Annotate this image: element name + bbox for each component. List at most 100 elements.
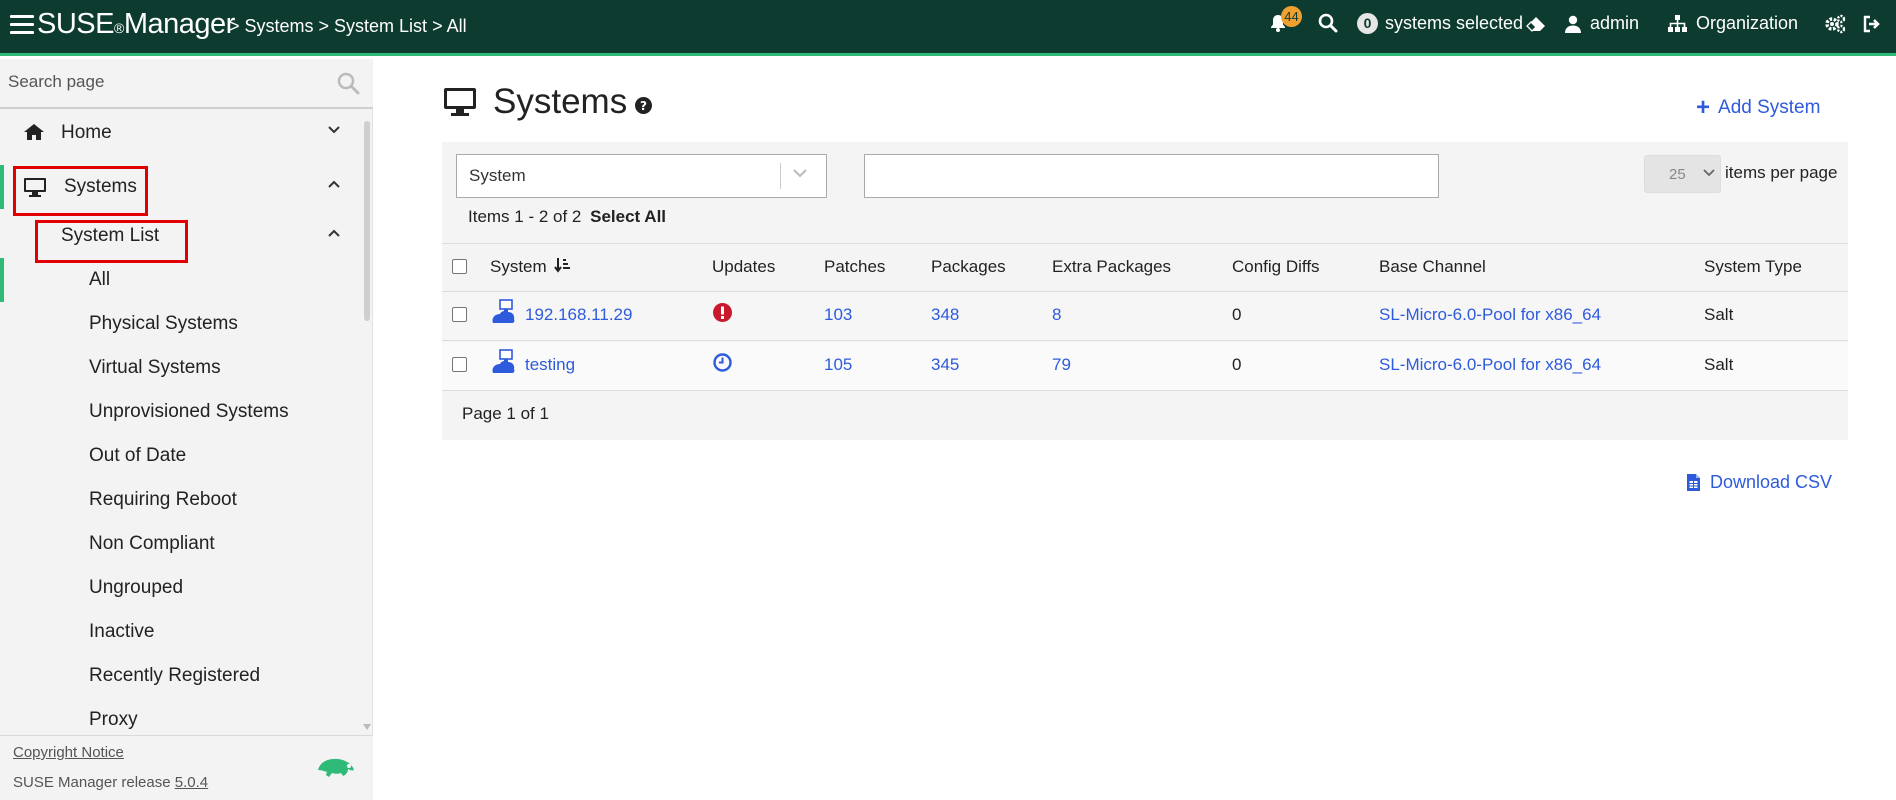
copyright-notice-link[interactable]: Copyright Notice bbox=[13, 744, 124, 761]
svg-text:?: ? bbox=[640, 99, 647, 113]
search-page-input[interactable]: Search page bbox=[8, 72, 104, 92]
column-header-base-channel[interactable]: Base Channel bbox=[1379, 257, 1486, 277]
brand-product: Manager bbox=[123, 8, 235, 40]
desktop-icon bbox=[444, 88, 476, 116]
critical-alert-icon[interactable] bbox=[713, 303, 732, 322]
sidebar-item-label: Physical Systems bbox=[89, 313, 238, 334]
search-icon[interactable] bbox=[336, 71, 360, 95]
sidebar-item-label: Ungrouped bbox=[89, 577, 184, 598]
sidebar-item-label: Requiring Reboot bbox=[89, 489, 237, 510]
search-icon bbox=[1318, 13, 1338, 33]
sidebar-item-systems[interactable]: Systems bbox=[0, 165, 365, 209]
base-channel-link[interactable]: SL-Micro-6.0-Pool for x86_64 bbox=[1379, 305, 1601, 325]
sidebar-item-home[interactable]: Home bbox=[0, 111, 365, 155]
items-count-text: Items 1 - 2 of 2 bbox=[468, 207, 582, 226]
patches-link[interactable]: 103 bbox=[824, 305, 852, 325]
packages-link[interactable]: 345 bbox=[931, 355, 959, 375]
clear-selection-button[interactable] bbox=[1525, 16, 1547, 32]
hamburger-menu-icon[interactable] bbox=[10, 15, 34, 35]
system-link[interactable]: testing bbox=[525, 355, 575, 375]
row-checkbox[interactable] bbox=[452, 357, 467, 372]
column-label: System bbox=[490, 257, 547, 276]
patches-link[interactable]: 105 bbox=[824, 355, 852, 375]
column-header-system[interactable]: System bbox=[490, 257, 571, 277]
chevron-up-icon bbox=[328, 229, 340, 237]
sidebar-item-non-compliant[interactable]: Non Compliant bbox=[0, 522, 365, 566]
select-all-checkbox[interactable] bbox=[452, 259, 467, 274]
page-header: Systems ? bbox=[443, 82, 653, 122]
download-csv-label: Download CSV bbox=[1710, 472, 1833, 492]
items-per-page-value: 25 bbox=[1669, 166, 1686, 183]
plus-icon: + bbox=[1696, 94, 1711, 121]
column-header-extra-packages[interactable]: Extra Packages bbox=[1052, 257, 1171, 277]
row-checkbox[interactable] bbox=[452, 307, 467, 322]
app-logo[interactable]: SUSE®Manager bbox=[37, 8, 235, 41]
page-title: Systems bbox=[493, 82, 628, 121]
chevron-up-icon bbox=[328, 180, 340, 188]
sidebar-item-label: System List bbox=[61, 225, 160, 246]
sidebar-item-recently-registered[interactable]: Recently Registered bbox=[0, 654, 365, 698]
salt-system-icon bbox=[492, 349, 515, 373]
user-icon bbox=[1565, 15, 1581, 33]
add-system-label: Add System bbox=[1718, 97, 1821, 118]
release-version-link[interactable]: 5.0.4 bbox=[175, 774, 208, 791]
items-per-page-label: items per page bbox=[1725, 163, 1838, 182]
organization-menu[interactable]: Organization bbox=[1668, 13, 1798, 34]
packages-link[interactable]: 348 bbox=[931, 305, 959, 325]
system-type-value: Salt bbox=[1704, 355, 1734, 374]
table-row: 192.168.11.29 103 348 8 0 SL-Micro-6.0-P… bbox=[442, 292, 1848, 341]
table-header-row: System Updates Patches Packages Extra Pa… bbox=[442, 243, 1848, 292]
scroll-down-arrow-icon[interactable] bbox=[363, 724, 371, 730]
sort-ascending-icon[interactable] bbox=[554, 257, 571, 274]
sidebar-item-system-list[interactable]: System List bbox=[0, 214, 365, 258]
column-header-patches[interactable]: Patches bbox=[824, 257, 885, 277]
sidebar-item-ungrouped[interactable]: Ungrouped bbox=[0, 566, 365, 610]
extra-packages-link[interactable]: 8 bbox=[1052, 305, 1061, 325]
user-menu[interactable]: admin bbox=[1565, 13, 1639, 34]
column-header-config-diffs[interactable]: Config Diffs bbox=[1232, 257, 1320, 277]
sidebar-item-virtual-systems[interactable]: Virtual Systems bbox=[0, 346, 365, 390]
home-icon bbox=[24, 124, 44, 140]
sign-out-icon bbox=[1863, 15, 1880, 33]
filter-field-select[interactable]: System bbox=[456, 154, 827, 198]
pending-clock-icon[interactable] bbox=[713, 353, 732, 372]
top-header: SUSE®Manager > Systems > System List > A… bbox=[0, 0, 1896, 56]
sidebar-scrollbar[interactable] bbox=[364, 121, 370, 321]
sidebar-item-all[interactable]: All bbox=[0, 258, 365, 302]
sidebar-item-inactive[interactable]: Inactive bbox=[0, 610, 365, 654]
sidebar-item-out-of-date[interactable]: Out of Date bbox=[0, 434, 365, 478]
items-per-page-select[interactable]: 25 bbox=[1644, 155, 1721, 193]
brand-reg-mark: ® bbox=[113, 20, 124, 36]
release-prefix: SUSE Manager release bbox=[13, 774, 171, 791]
desktop-icon bbox=[24, 178, 46, 197]
extra-packages-link[interactable]: 79 bbox=[1052, 355, 1071, 375]
sidebar-item-label: Out of Date bbox=[89, 445, 187, 466]
sign-out-button[interactable] bbox=[1863, 15, 1882, 33]
admin-settings-button[interactable] bbox=[1824, 14, 1846, 34]
systems-selected[interactable]: 0 systems selected bbox=[1357, 13, 1523, 34]
search-button[interactable] bbox=[1318, 13, 1338, 33]
sidebar-item-requiring-reboot[interactable]: Requiring Reboot bbox=[0, 478, 365, 522]
sidebar-search[interactable]: Search page bbox=[0, 59, 373, 109]
help-icon[interactable]: ? bbox=[635, 96, 653, 114]
systems-table-panel: System 25 items per page Items 1 - 2 of … bbox=[442, 142, 1848, 440]
config-diffs-value: 0 bbox=[1232, 355, 1242, 374]
select-all-link[interactable]: Select All bbox=[590, 207, 666, 226]
chevron-down-icon bbox=[328, 126, 340, 134]
column-header-system-type[interactable]: System Type bbox=[1704, 257, 1802, 277]
breadcrumb: > Systems > System List > All bbox=[229, 16, 467, 36]
filter-input[interactable] bbox=[864, 154, 1439, 198]
column-header-packages[interactable]: Packages bbox=[931, 257, 1006, 277]
download-csv-link[interactable]: Download CSV bbox=[1686, 472, 1832, 493]
select-separator bbox=[780, 163, 781, 189]
system-link[interactable]: 192.168.11.29 bbox=[525, 305, 632, 325]
add-system-button[interactable]: + Add System bbox=[1696, 96, 1820, 120]
config-diffs-value: 0 bbox=[1232, 305, 1242, 324]
base-channel-link[interactable]: SL-Micro-6.0-Pool for x86_64 bbox=[1379, 355, 1601, 375]
system-type-value: Salt bbox=[1704, 305, 1734, 324]
sidebar-item-physical-systems[interactable]: Physical Systems bbox=[0, 302, 365, 346]
cogs-icon bbox=[1825, 14, 1846, 34]
organization-label: Organization bbox=[1696, 13, 1799, 33]
column-header-updates[interactable]: Updates bbox=[712, 257, 775, 277]
sidebar-item-unprovisioned-systems[interactable]: Unprovisioned Systems bbox=[0, 390, 365, 434]
